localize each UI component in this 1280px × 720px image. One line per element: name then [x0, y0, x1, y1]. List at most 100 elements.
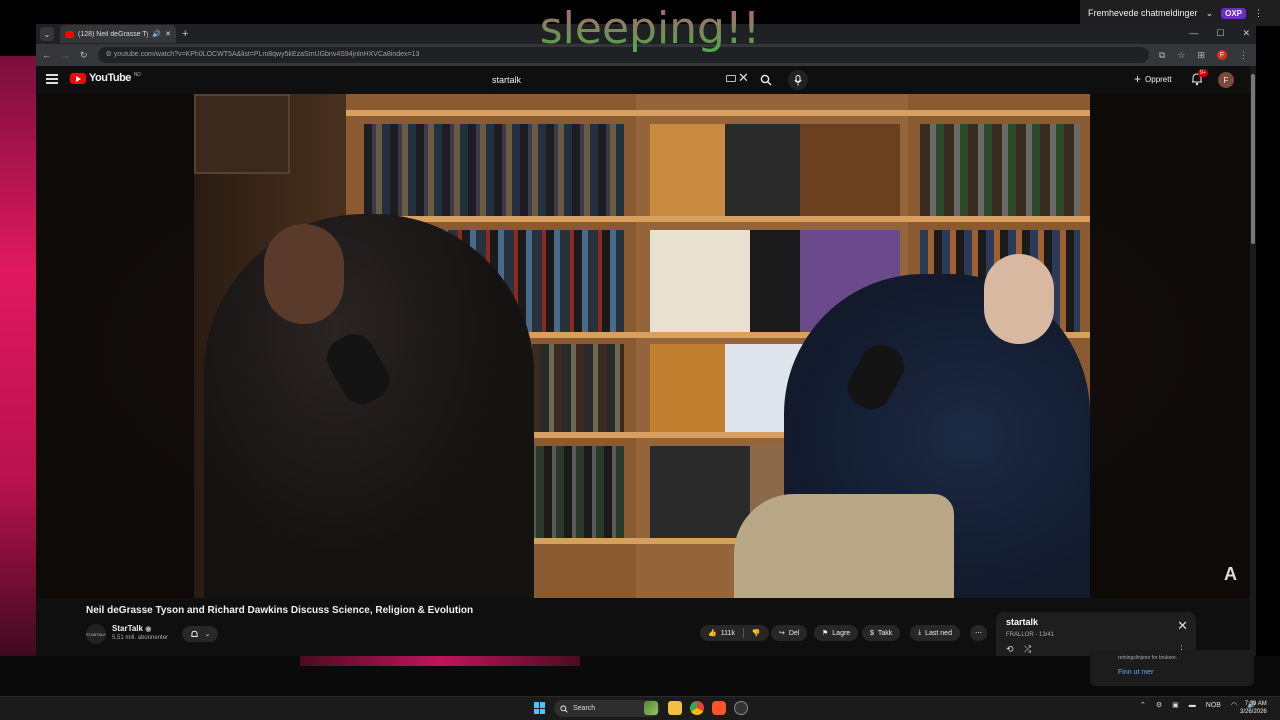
bookmark-star-icon[interactable]: ☆: [1177, 50, 1185, 61]
share-button[interactable]: ↪ Del: [771, 625, 808, 641]
new-tab-icon[interactable]: +: [182, 28, 188, 40]
voice-search-button[interactable]: [788, 70, 808, 90]
reload-icon[interactable]: ↻: [80, 50, 88, 61]
windows-taskbar: Search ⌃ ⚙ ▣ ▬ NOB ◠ 🔊 7:39 AM 3/26/2026: [0, 696, 1280, 720]
chrome-icon[interactable]: [690, 701, 704, 715]
books-display: [650, 124, 900, 216]
person-left-head: [264, 224, 344, 324]
plus-icon: +: [1134, 72, 1142, 86]
back-icon[interactable]: ←: [42, 50, 51, 60]
download-icon: ⤓: [918, 629, 922, 636]
clock-time: 7:39 AM: [1244, 701, 1267, 707]
loop-icon[interactable]: ⟲: [1006, 644, 1014, 655]
youtube-favicon-icon: [65, 30, 74, 38]
taskbar-clock[interactable]: 7:39 AM 3/26/2026: [1240, 700, 1267, 716]
brave-icon[interactable]: [712, 701, 726, 715]
maximize-icon[interactable]: ☐: [1216, 28, 1224, 39]
search-icon: [560, 704, 568, 713]
create-button[interactable]: + Opprett: [1134, 72, 1172, 86]
chat-bar-label: Fremhevede chatmeldinger: [1088, 8, 1198, 18]
site-info-icon[interactable]: ⚙: [106, 51, 112, 58]
more-horiz-icon: ⋯: [975, 630, 982, 637]
shelf-board: [346, 110, 1090, 116]
window-controls: — ☐ ✕: [1189, 28, 1250, 39]
browser-tab-active[interactable]: (128) Neil deGrasse Tyson a 🔊 ✕: [60, 25, 176, 43]
thanks-label: Takk: [877, 629, 893, 637]
clock-date: 3/26/2026: [1240, 709, 1267, 715]
profile-avatar[interactable]: F: [1217, 50, 1227, 60]
chevron-down-icon: ⌄: [1205, 7, 1214, 18]
clear-search-icon[interactable]: ✕: [738, 70, 749, 86]
bookmark-icon: ⚑: [822, 630, 829, 637]
youtube-logo[interactable]: YouTube NO: [70, 72, 141, 84]
chat-bar-badge: OXP: [1221, 7, 1247, 19]
channel-avatar[interactable]: STARTALK: [86, 624, 106, 644]
youtube-region-code: NO: [133, 72, 141, 78]
chevron-down-icon: ⌄: [204, 631, 211, 638]
search-button[interactable]: [752, 70, 780, 90]
wifi-icon[interactable]: ◠: [1231, 701, 1237, 709]
download-label: Last ned: [925, 629, 952, 637]
keyboard-icon[interactable]: [726, 75, 736, 82]
more-actions-button[interactable]: ⋯: [970, 625, 987, 641]
browser-window: ⌄ (128) Neil deGrasse Tyson a 🔊 ✕ + — ☐ …: [36, 24, 1256, 656]
close-icon[interactable]: ✕: [1177, 618, 1188, 634]
learn-more-link[interactable]: Finn ut mer: [1118, 669, 1153, 676]
account-avatar[interactable]: F: [1218, 72, 1234, 88]
stream-overlay-text: sleeping!!: [530, 2, 770, 56]
person-right-head: [984, 254, 1054, 344]
download-button[interactable]: ⤓ Last ned: [910, 625, 960, 641]
shuffle-icon[interactable]: ⤮: [1024, 644, 1031, 655]
like-button[interactable]: 👍 111k 👎: [700, 625, 769, 641]
desktop-background: [0, 656, 1280, 696]
person-left: [204, 214, 534, 598]
browser-menu-icon[interactable]: ⋮: [1239, 50, 1248, 61]
like-divider: [742, 628, 744, 638]
more-vert-icon[interactable]: ⋮: [1254, 8, 1263, 19]
thumbs-down-icon[interactable]: 👎: [752, 629, 761, 637]
books-row: [364, 124, 624, 216]
subscription-bell-button[interactable]: ⌄: [182, 626, 218, 642]
desktop-wallpaper: [0, 56, 36, 664]
search-input[interactable]: startalk: [484, 70, 746, 90]
shelf-board: [346, 216, 1090, 222]
verified-icon: ◉: [145, 626, 152, 633]
chevron-up-icon[interactable]: ⌃: [1140, 701, 1146, 709]
share-arrow-icon: ↪: [779, 630, 785, 637]
close-window-icon[interactable]: ✕: [1242, 28, 1250, 39]
notification-count-badge: 9+: [1198, 69, 1208, 77]
highlighted-chat-bar[interactable]: Fremhevede chatmeldinger ⌄ OXP ⋮: [1080, 0, 1280, 26]
save-label: Lagre: [832, 629, 851, 637]
tab-title: (128) Neil deGrasse Tyson a: [78, 30, 149, 38]
video-frame[interactable]: [194, 94, 1090, 598]
desktop-wallpaper-strip: [300, 656, 580, 666]
forward-icon[interactable]: →: [61, 50, 70, 60]
close-tab-icon[interactable]: ✕: [165, 30, 171, 38]
create-label: Opprett: [1145, 74, 1172, 84]
speaker-icon[interactable]: 🔊: [152, 30, 161, 38]
minimize-icon[interactable]: —: [1189, 28, 1198, 39]
playlist-title[interactable]: startalk: [1006, 617, 1038, 627]
subscriber-count: 5,51 mill. abonnenter: [112, 635, 169, 641]
channel-name-text: StarTalk: [112, 624, 143, 633]
extensions-icon[interactable]: ⊞: [1197, 50, 1205, 61]
video-player[interactable]: A: [36, 94, 1250, 598]
widgets-icon[interactable]: [644, 701, 658, 715]
like-count: 111k: [720, 629, 735, 637]
language-indicator[interactable]: NOB: [1206, 702, 1221, 709]
books-row: [920, 124, 1080, 216]
tab-search-button[interactable]: ⌄: [40, 27, 54, 41]
app-icon[interactable]: [734, 701, 748, 715]
channel-name[interactable]: StarTalk ◉: [112, 624, 151, 633]
file-explorer-icon[interactable]: [668, 701, 682, 715]
install-app-icon[interactable]: ⧉: [1159, 50, 1165, 61]
windows-start-icon[interactable]: [534, 702, 546, 714]
save-button[interactable]: ⚑ Lagre: [814, 625, 859, 641]
network-icon[interactable]: ▣: [1172, 701, 1179, 709]
settings-icon[interactable]: ⚙: [1156, 701, 1162, 709]
app-tray-icon[interactable]: ▬: [1189, 702, 1196, 709]
scrollbar-thumb[interactable]: [1251, 74, 1255, 244]
thanks-button[interactable]: $ Takk: [862, 625, 901, 641]
notification-text: retningslinjene for brukere.: [1118, 655, 1178, 661]
hamburger-menu-icon[interactable]: [46, 74, 58, 84]
